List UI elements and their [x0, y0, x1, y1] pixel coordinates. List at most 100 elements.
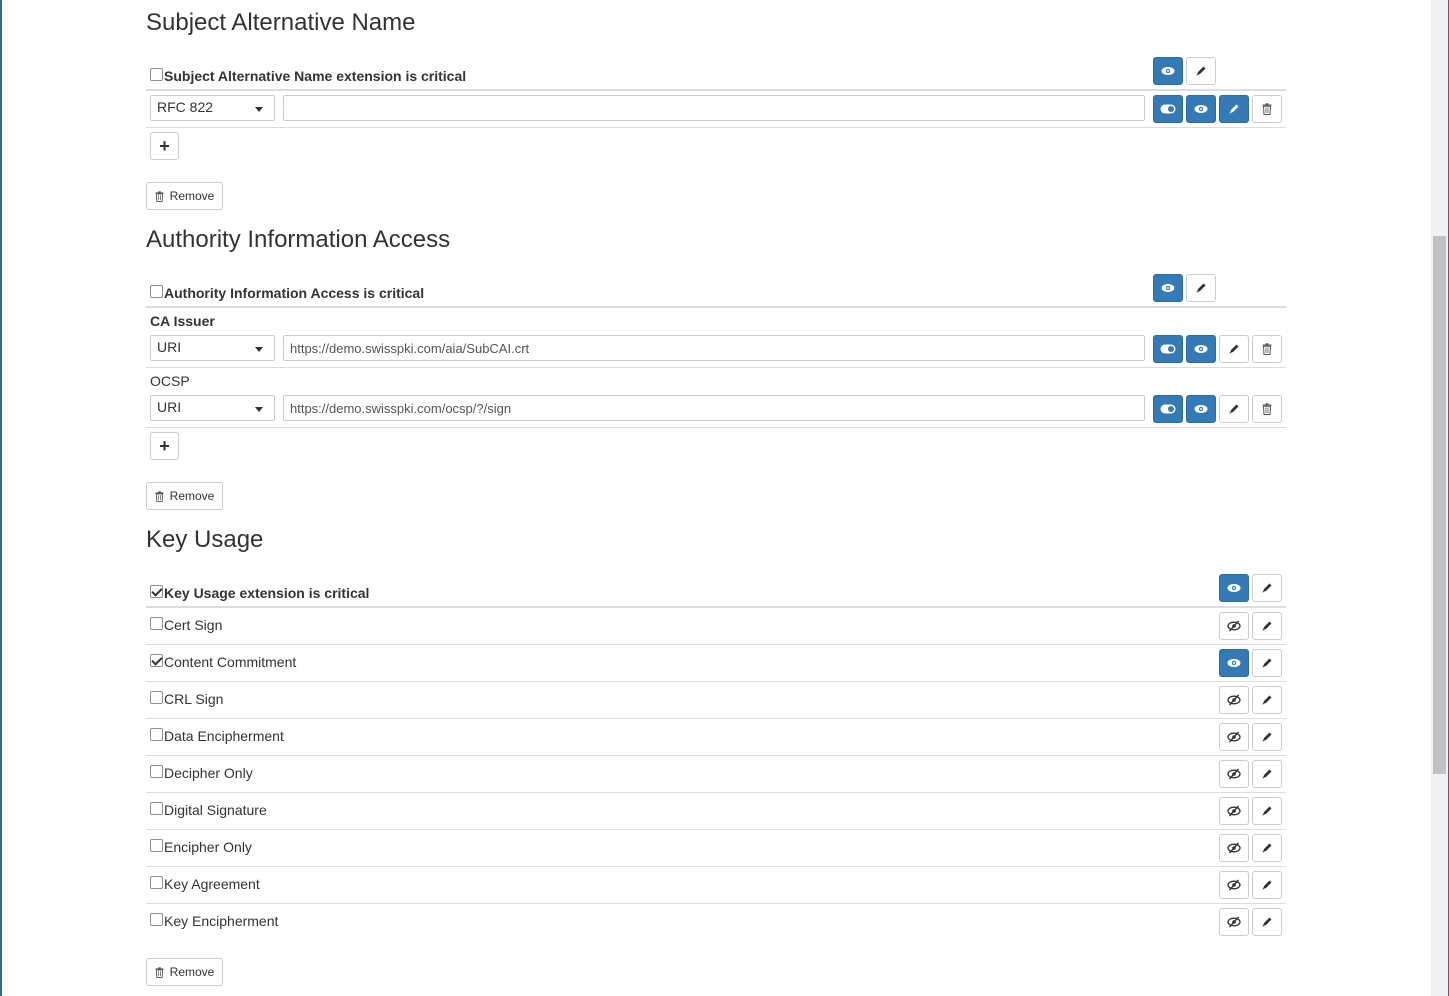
key-usage-item-crl-sign[interactable]: CRL Sign — [150, 690, 223, 708]
aia-ca-issuer-edit-button[interactable] — [1219, 335, 1249, 363]
aia-critical-edit-button[interactable] — [1186, 274, 1216, 302]
key-usage-item-key-encipherment[interactable]: Key Encipherment — [150, 912, 278, 930]
key-usage-item-encipher-only[interactable]: Encipher Only — [150, 838, 252, 856]
key-usage-visibility-button-digital-signature[interactable] — [1219, 797, 1249, 825]
key-usage-label-cert-sign: Cert Sign — [164, 617, 223, 633]
trash-icon — [1262, 103, 1272, 115]
key-usage-item-digital-signature[interactable]: Digital Signature — [150, 801, 267, 819]
key-usage-edit-button-decipher-only[interactable] — [1252, 760, 1282, 788]
key-usage-checkbox-crl-sign[interactable] — [150, 690, 163, 704]
key-usage-critical-checkbox-row[interactable]: Key Usage extension is critical — [150, 584, 369, 602]
key-usage-item-content-commitment[interactable]: Content Commitment — [150, 653, 296, 671]
key-usage-edit-button-data-encipherment[interactable] — [1252, 723, 1282, 751]
key-usage-remove-label: Remove — [169, 965, 215, 979]
key-usage-edit-button-crl-sign[interactable] — [1252, 686, 1282, 714]
key-usage-checkbox-key-encipherment[interactable] — [150, 912, 163, 926]
san-entry-visibility-button[interactable] — [1186, 95, 1216, 123]
san-value-input[interactable] — [283, 95, 1145, 121]
pencil-icon — [1196, 283, 1206, 293]
san-critical-visibility-button[interactable] — [1153, 57, 1183, 85]
pencil-icon — [1262, 880, 1272, 890]
eye-icon — [1194, 105, 1208, 113]
key-usage-row-divider — [146, 866, 1286, 867]
aia-ocsp-uri-input[interactable]: https://demo.swisspki.com/ocsp/?/sign — [283, 395, 1145, 421]
san-add-button[interactable]: + — [150, 132, 179, 160]
key-usage-critical-visibility-button[interactable] — [1219, 574, 1249, 602]
san-remove-button[interactable]: Remove — [146, 182, 223, 210]
key-usage-item-data-encipherment[interactable]: Data Encipherment — [150, 727, 284, 745]
key-usage-visibility-button-data-encipherment[interactable] — [1219, 723, 1249, 751]
aia-ca-issuer-uri-input[interactable]: https://demo.swisspki.com/aia/SubCAI.crt — [283, 335, 1145, 361]
key-usage-checkbox-encipher-only[interactable] — [150, 838, 163, 852]
eye-slash-icon — [1227, 879, 1241, 891]
trash-icon — [155, 490, 164, 502]
aia-critical-checkbox[interactable] — [150, 284, 163, 298]
aia-ocsp-divider — [146, 427, 1286, 428]
key-usage-visibility-button-encipher-only[interactable] — [1219, 834, 1249, 862]
key-usage-label-crl-sign: CRL Sign — [164, 691, 224, 707]
key-usage-checkbox-cert-sign[interactable] — [150, 616, 163, 630]
aia-section-title: Authority Information Access — [146, 226, 451, 253]
san-critical-checkbox[interactable] — [150, 67, 163, 81]
aia-remove-button[interactable]: Remove — [146, 482, 223, 510]
key-usage-visibility-button-crl-sign[interactable] — [1219, 686, 1249, 714]
aia-ocsp-edit-button[interactable] — [1219, 395, 1249, 423]
aia-add-button[interactable]: + — [150, 432, 179, 460]
san-row-divider — [146, 127, 1286, 128]
key-usage-remove-button[interactable]: Remove — [146, 958, 223, 986]
key-usage-item-decipher-only[interactable]: Decipher Only — [150, 764, 253, 782]
key-usage-edit-button-cert-sign[interactable] — [1252, 612, 1282, 640]
aia-ca-issuer-delete-button[interactable] — [1252, 335, 1282, 363]
key-usage-visibility-button-key-encipherment[interactable] — [1219, 908, 1249, 936]
chevron-down-icon — [255, 407, 263, 412]
key-usage-item-cert-sign[interactable]: Cert Sign — [150, 616, 222, 634]
san-entry-toggle-button[interactable] — [1153, 95, 1183, 123]
key-usage-label-encipher-only: Encipher Only — [164, 839, 252, 855]
key-usage-checkbox-digital-signature[interactable] — [150, 801, 163, 815]
san-entry-edit-button[interactable] — [1219, 95, 1249, 123]
san-critical-edit-button[interactable] — [1186, 57, 1216, 85]
key-usage-visibility-button-cert-sign[interactable] — [1219, 612, 1249, 640]
key-usage-edit-button-digital-signature[interactable] — [1252, 797, 1282, 825]
aia-ocsp-type-value: URI — [157, 399, 182, 415]
san-critical-checkbox-row[interactable]: Subject Alternative Name extension is cr… — [150, 67, 466, 85]
key-usage-edit-button-encipher-only[interactable] — [1252, 834, 1282, 862]
key-usage-item-key-agreement[interactable]: Key Agreement — [150, 875, 260, 893]
key-usage-checkbox-data-encipherment[interactable] — [150, 727, 163, 741]
key-usage-checkbox-content-commitment[interactable] — [150, 653, 163, 667]
aia-ocsp-visibility-button[interactable] — [1186, 395, 1216, 423]
trash-icon — [155, 966, 164, 978]
san-section-title: Subject Alternative Name — [146, 9, 416, 36]
aia-critical-visibility-button[interactable] — [1153, 274, 1183, 302]
san-entry-delete-button[interactable] — [1252, 95, 1282, 123]
scrollbar-thumb[interactable] — [1433, 236, 1446, 774]
key-usage-edit-button-key-agreement[interactable] — [1252, 871, 1282, 899]
aia-ca-issuer-divider — [146, 367, 1286, 368]
san-type-select[interactable]: RFC 822 — [150, 95, 275, 121]
aia-ca-issuer-type-select[interactable]: URI — [150, 335, 275, 361]
aia-ocsp-toggle-button[interactable] — [1153, 395, 1183, 423]
eye-icon — [1227, 659, 1241, 667]
key-usage-visibility-button-content-commitment[interactable] — [1219, 649, 1249, 677]
key-usage-checkbox-decipher-only[interactable] — [150, 764, 163, 778]
key-usage-checkbox-key-agreement[interactable] — [150, 875, 163, 889]
pencil-icon — [1262, 658, 1272, 668]
key-usage-visibility-button-decipher-only[interactable] — [1219, 760, 1249, 788]
key-usage-edit-button-content-commitment[interactable] — [1252, 649, 1282, 677]
key-usage-edit-button-key-encipherment[interactable] — [1252, 908, 1282, 936]
key-usage-label-key-encipherment: Key Encipherment — [164, 913, 279, 929]
aia-critical-checkbox-row[interactable]: Authority Information Access is critical — [150, 284, 424, 302]
key-usage-critical-checkbox[interactable] — [150, 584, 163, 598]
aia-ocsp-type-select[interactable]: URI — [150, 395, 275, 421]
san-remove-label: Remove — [169, 189, 215, 203]
aia-ca-issuer-visibility-button[interactable] — [1186, 335, 1216, 363]
trash-icon — [1262, 343, 1272, 355]
key-usage-visibility-button-key-agreement[interactable] — [1219, 871, 1249, 899]
window-left-border — [0, 0, 2, 996]
vertical-scrollbar[interactable] — [1431, 0, 1448, 996]
eye-slash-icon — [1227, 731, 1241, 743]
aia-ocsp-delete-button[interactable] — [1252, 395, 1282, 423]
aia-ca-issuer-toggle-button[interactable] — [1153, 335, 1183, 363]
key-usage-critical-edit-button[interactable] — [1252, 574, 1282, 602]
chevron-down-icon — [255, 347, 263, 352]
